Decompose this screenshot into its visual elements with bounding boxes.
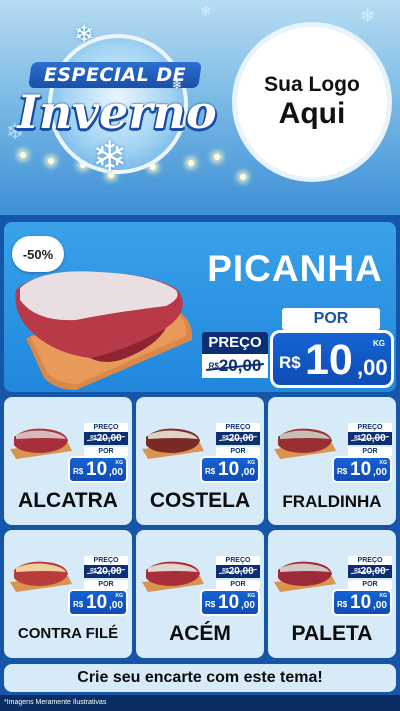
current-price-tag: R$ 10,00 KG xyxy=(68,589,128,616)
product-card: PREÇO R$20,00 POR R$ 10,00 KG PALETA xyxy=(268,530,396,658)
por-label: POR xyxy=(348,580,392,589)
current-price-tag: R$ 10,00 KG xyxy=(200,456,260,483)
product-image xyxy=(10,561,72,592)
price-integer: 10 xyxy=(305,336,353,384)
price-integer: 10 xyxy=(350,459,372,480)
preco-label: PREÇO xyxy=(84,556,128,565)
price-decimal: ,00 xyxy=(373,467,387,478)
logo-placeholder: Sua Logo Aqui xyxy=(232,22,392,182)
product-name: ACÉM xyxy=(169,622,231,645)
old-price-tag: PREÇO R$20,00 xyxy=(84,556,128,578)
currency: R$ xyxy=(73,600,84,609)
por-label: POR xyxy=(348,447,392,456)
logo-text-line2: Aqui xyxy=(278,97,346,130)
old-price-tag: PREÇO R$20,00 xyxy=(202,332,268,384)
product-card: PREÇO R$20,00 POR R$ 10,00 KG ALCATRA xyxy=(4,397,132,525)
current-price-tag: R$ 10,00 KG xyxy=(200,589,260,616)
preco-label: PREÇO xyxy=(202,332,268,354)
snowflake-icon: ❄ xyxy=(92,132,128,181)
old-price-tag: PREÇO R$20,00 xyxy=(216,423,260,445)
current-price-tag: R$ 10,00 KG xyxy=(332,589,392,616)
old-price-tag: PREÇO R$20,00 xyxy=(348,423,392,445)
price-integer: 10 xyxy=(218,592,240,613)
unit-label: KG xyxy=(115,460,124,466)
snowflake-icon: ❄ xyxy=(172,78,183,92)
old-price: R$20,00 xyxy=(84,432,128,445)
logo-text-line1: Sua Logo xyxy=(264,73,360,96)
old-price: R$20,00 xyxy=(84,565,128,578)
product-name: CONTRA FILÉ xyxy=(17,625,119,642)
header-banner: ❄ ❄ ❄ ❄ ESPECIAL DE Inverno ❄ ❄ Sua Logo… xyxy=(0,0,400,215)
unit-label: KG xyxy=(115,593,124,599)
price-decimal: ,00 xyxy=(241,600,255,611)
currency: R$ xyxy=(205,467,216,476)
snowflake-icon: ❄ xyxy=(74,20,95,48)
snowflake-icon: ❄ xyxy=(360,6,376,27)
product-image xyxy=(274,428,336,459)
price-decimal: ,00 xyxy=(109,600,123,611)
featured-product-card: -50% PICANHA POR PREÇO R$20,00 R$ 10 ,00… xyxy=(4,222,396,392)
footnote: *Imagens Meramente Ilustrativas xyxy=(0,695,400,711)
product-image xyxy=(274,561,336,592)
product-image xyxy=(142,428,204,459)
old-price-tag: PREÇO R$20,00 xyxy=(348,556,392,578)
preco-label: PREÇO xyxy=(348,423,392,432)
unit-label: KG xyxy=(373,339,385,348)
old-price: R$20,00 xyxy=(348,432,392,445)
unit-label: KG xyxy=(379,460,388,466)
current-price-tag: R$ 10,00 KG xyxy=(68,456,128,483)
product-image xyxy=(10,428,72,459)
product-card: PREÇO R$20,00 POR R$ 10,00 KG COSTELA xyxy=(136,397,264,525)
preco-label: PREÇO xyxy=(216,556,260,565)
currency: R$ xyxy=(337,467,348,476)
unit-label: KG xyxy=(247,460,256,466)
unit-label: KG xyxy=(247,593,256,599)
old-price: R$20,00 xyxy=(348,565,392,578)
old-price: R$20,00 xyxy=(202,354,268,378)
price-integer: 10 xyxy=(218,459,240,480)
discount-badge: -50% xyxy=(12,236,64,272)
product-card: PREÇO R$20,00 POR R$ 10,00 KG FRALDINHA xyxy=(268,397,396,525)
price-integer: 10 xyxy=(86,592,108,613)
por-label: POR xyxy=(216,447,260,456)
price-decimal: ,00 xyxy=(241,467,255,478)
currency: R$ xyxy=(279,353,301,372)
currency: R$ xyxy=(337,600,348,609)
por-label: POR xyxy=(216,580,260,589)
por-label: POR xyxy=(282,308,380,330)
cta-banner: Crie seu encarte com este tema! xyxy=(4,664,396,692)
preco-label: PREÇO xyxy=(84,423,128,432)
unit-label: KG xyxy=(379,593,388,599)
current-price-tag: R$ 10,00 KG xyxy=(332,456,392,483)
featured-product-name: PICANHA xyxy=(207,248,383,289)
current-price-tag: R$ 10 ,00 KG xyxy=(270,330,394,388)
product-card: PREÇO R$20,00 POR R$ 10,00 KG CONTRA FILÉ xyxy=(4,530,132,658)
snowflake-icon: ❄ xyxy=(200,4,212,20)
preco-label: PREÇO xyxy=(348,556,392,565)
por-label: POR xyxy=(84,580,128,589)
especial-inverno-badge: ❄ ESPECIAL DE Inverno ❄ ❄ xyxy=(8,20,226,190)
price-decimal: ,00 xyxy=(357,355,388,380)
old-price-tag: PREÇO R$20,00 xyxy=(216,556,260,578)
product-name: PALETA xyxy=(291,622,373,645)
product-name: ALCATRA xyxy=(18,489,118,512)
price-integer: 10 xyxy=(86,459,108,480)
por-label: POR xyxy=(84,447,128,456)
price-integer: 10 xyxy=(350,592,372,613)
price-decimal: ,00 xyxy=(373,600,387,611)
preco-label: PREÇO xyxy=(216,423,260,432)
old-price-tag: PREÇO R$20,00 xyxy=(84,423,128,445)
currency: R$ xyxy=(73,467,84,476)
currency: R$ xyxy=(205,600,216,609)
price-decimal: ,00 xyxy=(109,467,123,478)
old-price: R$20,00 xyxy=(216,565,260,578)
product-name: COSTELA xyxy=(149,489,251,512)
product-card: PREÇO R$20,00 POR R$ 10,00 KG ACÉM xyxy=(136,530,264,658)
product-image xyxy=(142,561,204,592)
product-name: FRALDINHA xyxy=(282,492,382,511)
old-price: R$20,00 xyxy=(216,432,260,445)
